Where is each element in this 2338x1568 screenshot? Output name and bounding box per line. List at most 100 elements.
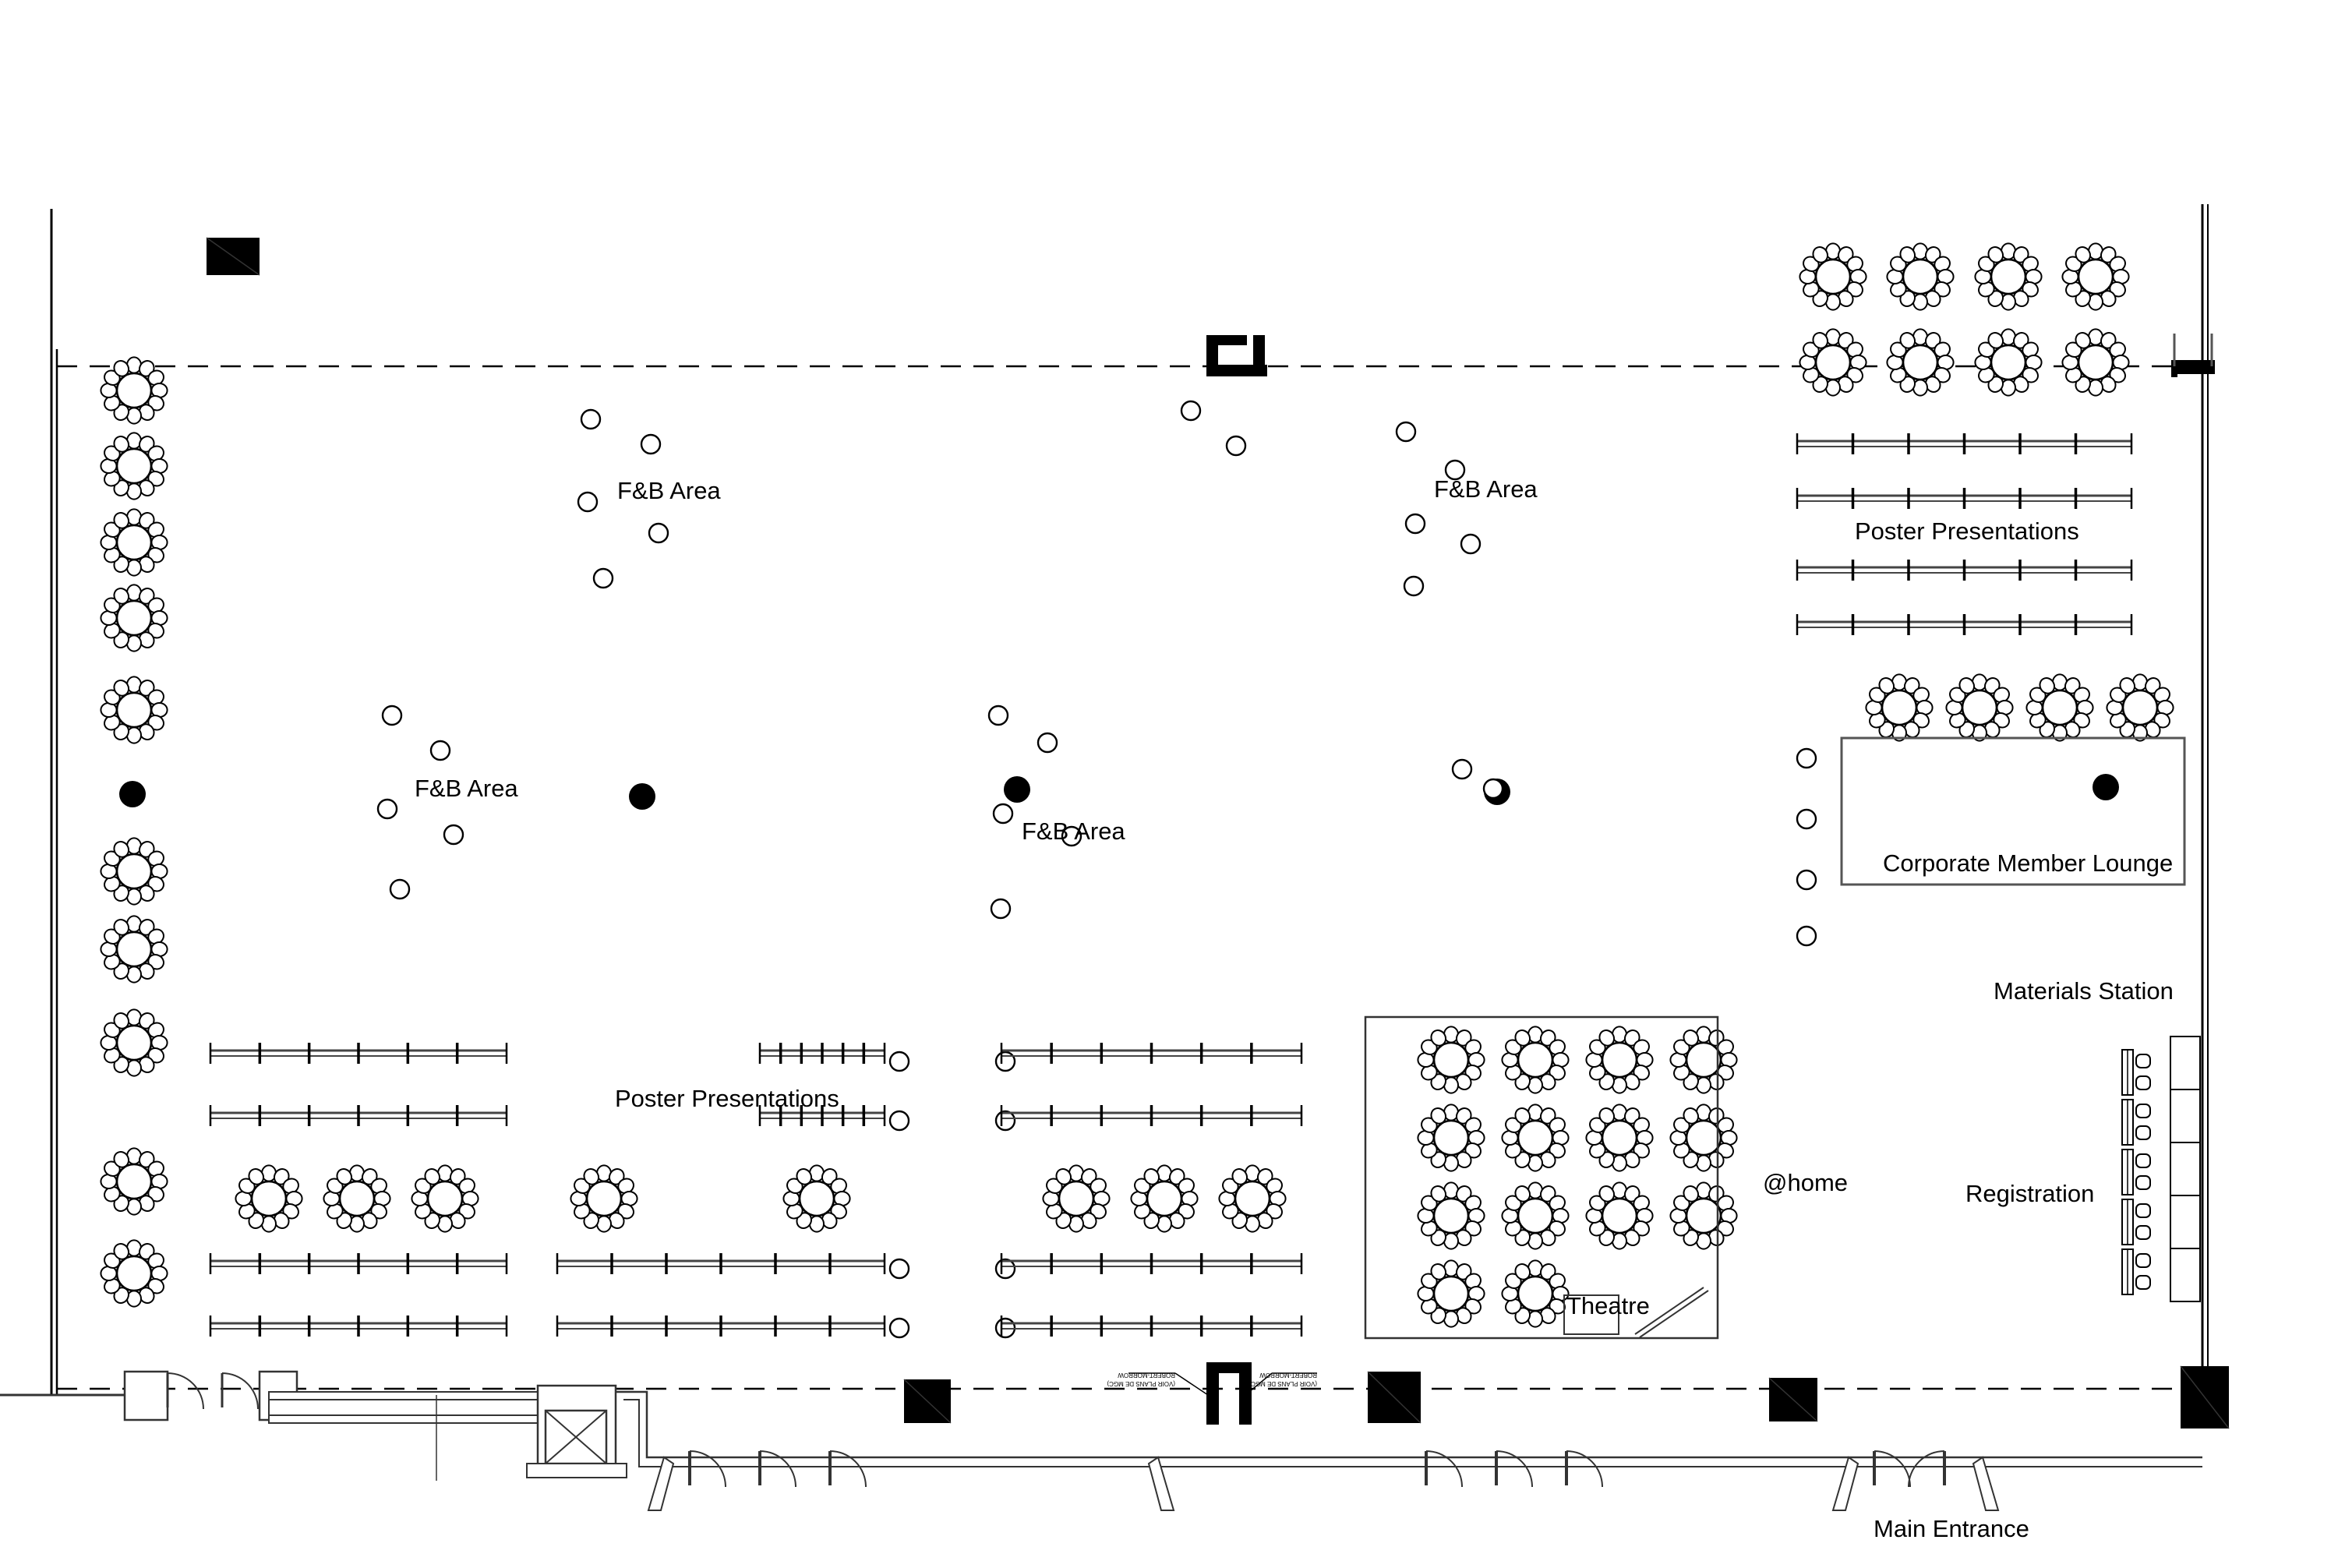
table-top <box>1961 689 1998 726</box>
registration-chair <box>2135 1225 2151 1240</box>
table-top <box>1432 1041 1470 1079</box>
registration-chair <box>2135 1153 2151 1168</box>
registration-chair <box>2135 1175 2151 1190</box>
table-top <box>1902 258 1939 295</box>
table-top <box>115 931 153 968</box>
table-top <box>115 1163 153 1200</box>
table-top <box>1234 1180 1271 1217</box>
registration-chair <box>2135 1054 2151 1068</box>
table-top <box>1814 344 1852 381</box>
cocktail-table-0-3[interactable] <box>648 522 669 544</box>
table-top <box>1990 344 2027 381</box>
label-fb-area-1: F&B Area <box>617 477 721 504</box>
cocktail-table-1-0[interactable] <box>1180 400 1202 422</box>
label-poster-presentations-upper: Poster Presentations <box>1855 517 2079 545</box>
table-top <box>2077 344 2114 381</box>
table-top <box>1881 689 1918 726</box>
cocktail-table-4-1[interactable] <box>1482 778 1504 800</box>
cocktail-table-5-3[interactable] <box>1796 925 1817 947</box>
cocktail-table-2-4[interactable] <box>389 878 411 900</box>
table-top <box>2077 258 2114 295</box>
table-top <box>585 1180 623 1217</box>
table-top <box>1685 1041 1722 1079</box>
table-top <box>1432 1197 1470 1234</box>
cocktail-table-6-1[interactable] <box>888 1110 910 1132</box>
table-top <box>1601 1041 1638 1079</box>
table-top <box>1685 1119 1722 1157</box>
cocktail-table-4-0[interactable] <box>1451 758 1473 780</box>
cocktail-table-6-2[interactable] <box>888 1258 910 1280</box>
column-block-8 <box>1768 1377 1818 1422</box>
cocktail-table-3-1[interactable] <box>1037 732 1058 754</box>
label-registration: Registration <box>1965 1180 2094 1207</box>
table-top <box>426 1180 464 1217</box>
table-top <box>1902 344 1939 381</box>
cocktail-table-7-0[interactable] <box>994 1051 1016 1072</box>
table-top <box>1814 258 1852 295</box>
cocktail-table-2-1[interactable] <box>429 740 451 761</box>
label-fb-area-3: F&B Area <box>415 775 518 802</box>
column-block-6 <box>903 1379 952 1424</box>
cocktail-table-0-2[interactable] <box>577 491 599 513</box>
cocktail-table-2-0[interactable] <box>381 705 403 726</box>
cocktail-table-3-4[interactable] <box>990 898 1012 920</box>
cocktail-table-0-0[interactable] <box>580 408 602 430</box>
cocktail-table-5-1[interactable] <box>1796 808 1817 830</box>
table-top <box>1432 1275 1470 1312</box>
floor-plan-canvas: ROBERT-MORROW (VOIR PLANS DE MGC) ROBERT… <box>0 0 2338 1568</box>
label-corporate-member-lounge: Corporate Member Lounge <box>1883 849 2173 877</box>
cocktail-table-5-2[interactable] <box>1796 869 1817 891</box>
table-top <box>1990 258 2027 295</box>
registration-chair <box>2135 1275 2151 1290</box>
column-block-7 <box>1367 1371 1422 1424</box>
cocktail-table-7-2[interactable] <box>994 1258 1016 1280</box>
table-top <box>2121 689 2159 726</box>
cocktail-table-0-4[interactable] <box>592 567 614 589</box>
cocktail-table-2-2[interactable] <box>376 798 398 820</box>
cocktail-table-1-2[interactable] <box>1395 421 1417 443</box>
registration-chair <box>2135 1125 2151 1140</box>
cocktail-table-3-0[interactable] <box>987 705 1009 726</box>
table-top <box>1601 1119 1638 1157</box>
table-top <box>115 691 153 729</box>
cocktail-table-1-4[interactable] <box>1404 513 1426 535</box>
cocktail-table-1-1[interactable] <box>1225 435 1247 457</box>
table-top <box>338 1180 376 1217</box>
table-top <box>115 1024 153 1061</box>
column-block-9 <box>2180 1365 2230 1429</box>
cocktail-table-5-0[interactable] <box>1796 747 1817 769</box>
table-top <box>1058 1180 1095 1217</box>
cocktail-table-0-1[interactable] <box>640 433 662 455</box>
registration-chair <box>2135 1203 2151 1218</box>
cocktail-table-3-2[interactable] <box>992 803 1014 825</box>
registration-chair <box>2135 1253 2151 1268</box>
floor-plan-svg: ROBERT-MORROW (VOIR PLANS DE MGC) ROBERT… <box>0 0 2338 1568</box>
cocktail-table-7-1[interactable] <box>994 1110 1016 1132</box>
table-top <box>1517 1197 1554 1234</box>
registration-chair <box>2135 1075 2151 1090</box>
table-top <box>115 524 153 561</box>
table-top <box>798 1180 835 1217</box>
table-top <box>250 1180 288 1217</box>
table-top <box>1432 1119 1470 1157</box>
table-top <box>1685 1197 1722 1234</box>
label-theatre: Theatre <box>1566 1292 1650 1319</box>
table-top <box>2041 689 2078 726</box>
cocktail-table-6-0[interactable] <box>888 1051 910 1072</box>
table-top <box>115 372 153 409</box>
label-at-home: @home <box>1763 1169 1848 1196</box>
cocktail-table-1-6[interactable] <box>1403 575 1425 597</box>
table-top <box>1146 1180 1183 1217</box>
registration-chair <box>2135 1104 2151 1118</box>
plan-background <box>0 0 2338 1568</box>
cocktail-table-6-3[interactable] <box>888 1317 910 1339</box>
table-top <box>115 1255 153 1292</box>
cocktail-table-2-3[interactable] <box>443 824 464 846</box>
table-top <box>1601 1197 1638 1234</box>
cocktail-table-1-5[interactable] <box>1460 533 1482 555</box>
column-block-5 <box>206 237 260 276</box>
table-top <box>115 447 153 485</box>
label-materials-station: Materials Station <box>1994 977 2174 1005</box>
label-poster-presentations-main: Poster Presentations <box>615 1085 839 1112</box>
table-top <box>115 853 153 890</box>
